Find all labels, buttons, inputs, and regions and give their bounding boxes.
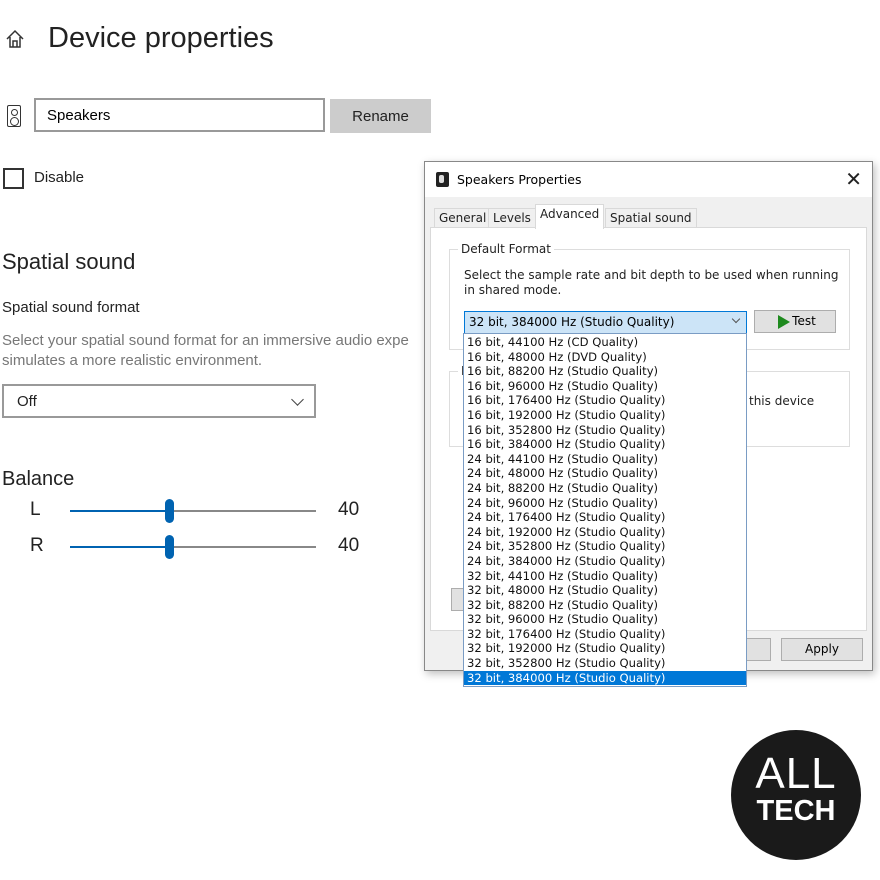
left-slider-fill	[70, 510, 169, 512]
default-format-combo[interactable]: 32 bit, 384000 Hz (Studio Quality)	[464, 311, 747, 334]
format-option[interactable]: 32 bit, 48000 Hz (Studio Quality)	[464, 583, 746, 598]
left-slider-thumb[interactable]	[165, 499, 174, 523]
select-value: Off	[17, 393, 37, 410]
format-option[interactable]: 16 bit, 44100 Hz (CD Quality)	[464, 335, 746, 350]
combo-value: 32 bit, 384000 Hz (Studio Quality)	[469, 315, 675, 329]
logo-text: ALL	[755, 749, 837, 798]
format-option[interactable]: 24 bit, 88200 Hz (Studio Quality)	[464, 481, 746, 496]
spatial-format-label: Spatial sound format	[2, 299, 140, 316]
format-option[interactable]: 32 bit, 384000 Hz (Studio Quality)	[464, 670, 746, 686]
format-option[interactable]: 16 bit, 48000 Hz (DVD Quality)	[464, 350, 746, 365]
format-option[interactable]: 24 bit, 48000 Hz (Studio Quality)	[464, 466, 746, 481]
balance-heading: Balance	[2, 468, 75, 490]
left-value: 40	[338, 499, 360, 520]
spatial-format-select[interactable]: Off	[2, 384, 316, 418]
format-option[interactable]: 24 bit, 96000 Hz (Studio Quality)	[464, 496, 746, 511]
format-dropdown-list[interactable]: 16 bit, 44100 Hz (CD Quality) 16 bit, 480…	[463, 333, 747, 687]
play-icon	[778, 314, 791, 329]
disable-label: Disable	[34, 169, 85, 186]
format-option[interactable]: 24 bit, 176400 Hz (Studio Quality)	[464, 510, 746, 525]
right-channel-label: R	[30, 535, 44, 556]
format-option[interactable]: 32 bit, 192000 Hz (Studio Quality)	[464, 641, 746, 656]
speaker-icon	[436, 172, 449, 187]
page-title: Device properties	[48, 22, 274, 54]
chevron-down-icon	[731, 314, 741, 324]
apply-button[interactable]: Apply	[781, 638, 863, 661]
format-option[interactable]: 16 bit, 88200 Hz (Studio Quality)	[464, 364, 746, 379]
rename-button[interactable]: Rename	[330, 99, 431, 133]
chevron-down-icon	[291, 393, 304, 406]
format-option[interactable]: 24 bit, 384000 Hz (Studio Quality)	[464, 554, 746, 569]
alltech-logo: ALL TECH	[731, 730, 861, 860]
format-option[interactable]: 16 bit, 176400 Hz (Studio Quality)	[464, 393, 746, 408]
tab-general[interactable]: General	[434, 208, 492, 228]
tab-advanced[interactable]: Advanced	[535, 204, 605, 229]
dialog-title: Speakers Properties	[457, 172, 582, 187]
spatial-description: Select your spatial sound format for an …	[2, 331, 427, 371]
test-label: Test	[792, 314, 816, 329]
format-option[interactable]: 32 bit, 44100 Hz (Studio Quality)	[464, 569, 746, 584]
format-option[interactable]: 32 bit, 88200 Hz (Studio Quality)	[464, 598, 746, 613]
format-option[interactable]: 16 bit, 352800 Hz (Studio Quality)	[464, 423, 746, 438]
right-slider-fill	[70, 546, 169, 548]
description-line: Select your spatial sound format for an …	[2, 332, 409, 349]
format-option[interactable]: 16 bit, 192000 Hz (Studio Quality)	[464, 408, 746, 423]
format-option[interactable]: 32 bit, 96000 Hz (Studio Quality)	[464, 612, 746, 627]
left-channel-label: L	[30, 499, 41, 520]
format-option[interactable]: 24 bit, 44100 Hz (Studio Quality)	[464, 452, 746, 467]
device-name-input[interactable]	[34, 98, 325, 132]
test-button[interactable]: Test	[754, 310, 836, 333]
disable-checkbox[interactable]	[3, 168, 24, 189]
group-label: Default Format	[458, 242, 554, 256]
tab-spatial-sound[interactable]: Spatial sound	[605, 208, 697, 228]
close-icon[interactable]: ✕	[845, 167, 862, 191]
group-text: this device	[749, 394, 815, 408]
right-value: 40	[338, 535, 360, 556]
tab-levels[interactable]: Levels	[488, 208, 536, 228]
dialog-title-bar[interactable]: Speakers Properties ✕	[425, 162, 872, 197]
right-slider-thumb[interactable]	[165, 535, 174, 559]
format-description: Select the sample rate and bit depth to …	[464, 268, 839, 297]
logo-text: TECH	[756, 795, 836, 827]
description-line: simulates a more realistic environment.	[2, 352, 263, 369]
speaker-icon	[7, 105, 21, 127]
home-icon[interactable]	[4, 28, 26, 50]
format-option[interactable]: 16 bit, 96000 Hz (Studio Quality)	[464, 379, 746, 394]
format-option[interactable]: 32 bit, 176400 Hz (Studio Quality)	[464, 627, 746, 642]
format-option[interactable]: 24 bit, 192000 Hz (Studio Quality)	[464, 525, 746, 540]
format-option[interactable]: 16 bit, 384000 Hz (Studio Quality)	[464, 437, 746, 452]
spatial-sound-heading: Spatial sound	[2, 249, 136, 274]
format-option[interactable]: 24 bit, 352800 Hz (Studio Quality)	[464, 539, 746, 554]
format-option[interactable]: 32 bit, 352800 Hz (Studio Quality)	[464, 656, 746, 671]
